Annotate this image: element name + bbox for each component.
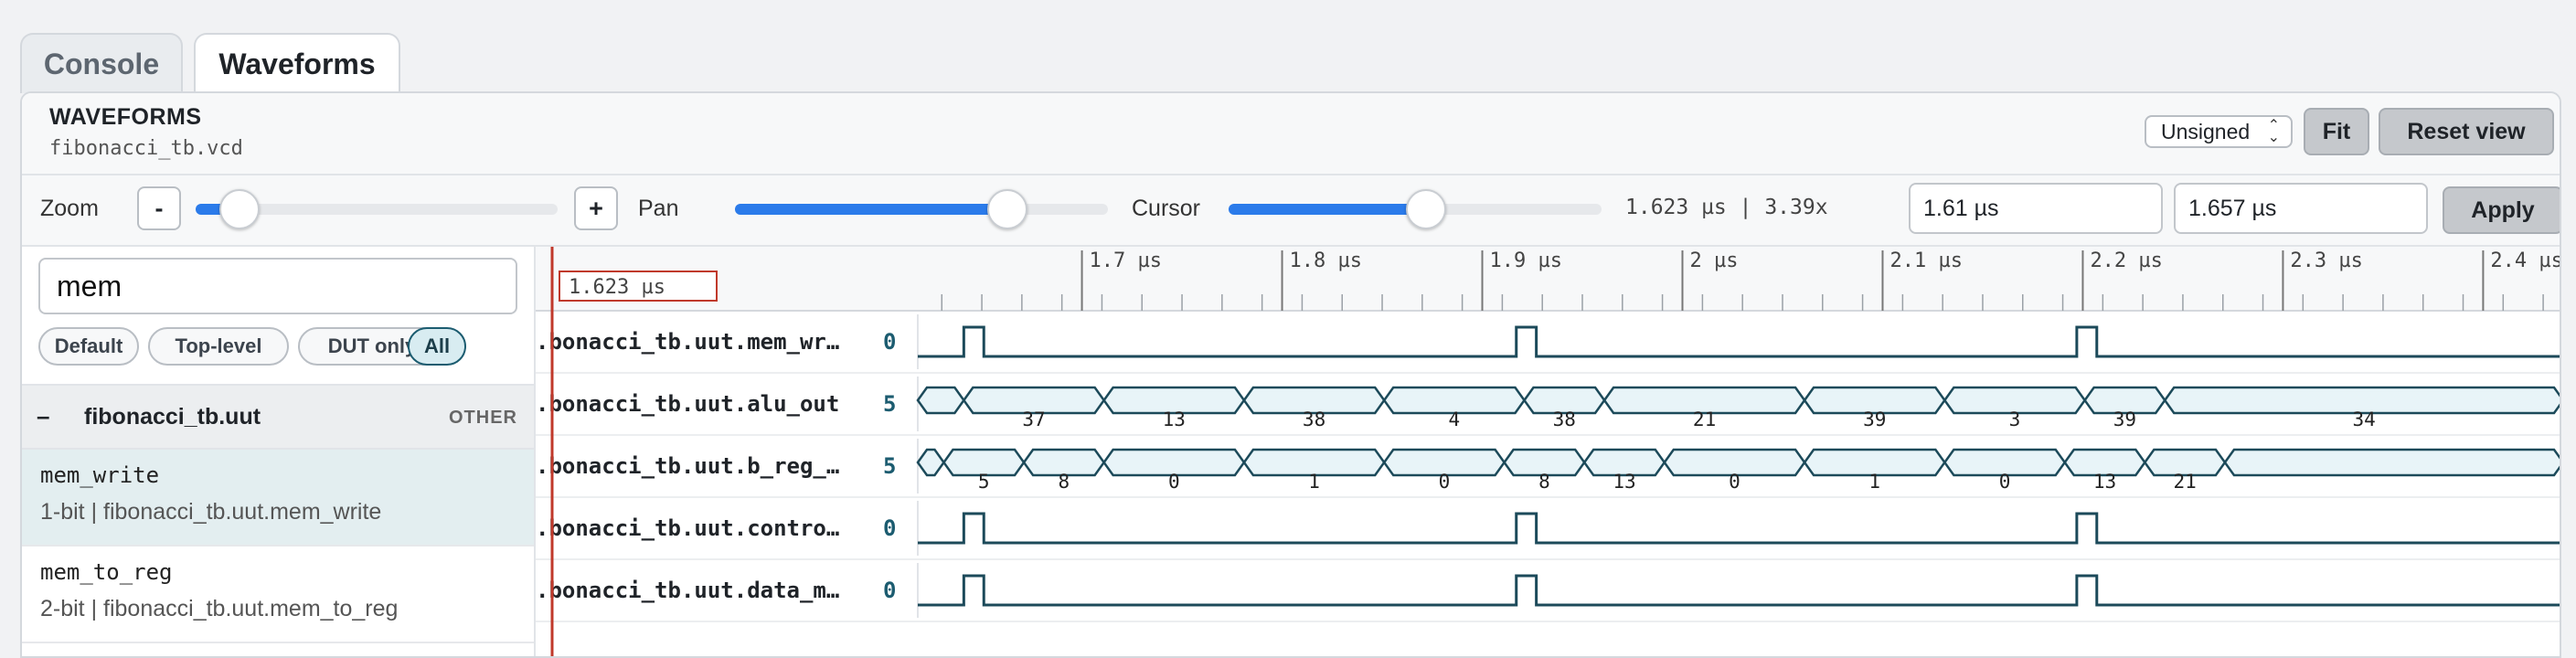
bus-value-label: 13 <box>1613 471 1635 493</box>
bus-value-label: 0 <box>1168 471 1180 493</box>
reset-view-button[interactable]: Reset view <box>2379 108 2554 155</box>
bus-value-label: 0 <box>1999 471 2011 493</box>
bus-value-label: 0 <box>1439 471 1451 493</box>
updown-chevron-icon: ⌃ ⌄ <box>2267 118 2280 145</box>
zoom-in-button[interactable]: + <box>574 186 618 230</box>
fit-button[interactable]: Fit <box>2304 108 2369 155</box>
view-controls: Zoom - + Pan Cursor 1.623 µs | 3.39x 1.6… <box>22 175 2560 247</box>
signal-name: mem_write <box>40 462 160 488</box>
tick-label: 2.4 µs <box>2490 249 2561 272</box>
bus-value-label: 37 <box>1022 409 1045 430</box>
bus-value-label: 34 <box>2352 409 2375 430</box>
pan-slider-fill <box>735 204 1007 215</box>
bus-value-label: 38 <box>1303 409 1325 430</box>
waveform-signal-value: 5 <box>883 391 896 417</box>
cursor-slider-thumb[interactable] <box>1406 189 1447 229</box>
waveform-signal-value: 5 <box>883 453 896 479</box>
zoom-slider[interactable] <box>196 189 558 229</box>
radix-select[interactable]: Unsigned ⌃ ⌄ <box>2145 115 2293 148</box>
scope-group-row[interactable]: – fibonacci_tb.uut OTHER <box>22 384 534 450</box>
signal-search-input[interactable]: mem <box>38 258 517 314</box>
signal-desc: 1-bit | fibonacci_tb.uut.mem_write <box>40 499 382 525</box>
waveform-viewer[interactable]: 1.7 µs 1.8 µs 1.9 µs 2 µs 2.1 µs 2.2 µs 2.3 µs… <box>536 247 2561 658</box>
bus-value-label: 1 <box>1868 471 1880 493</box>
tab-console[interactable]: Console <box>20 33 183 93</box>
bus-value-label: 21 <box>2173 471 2196 493</box>
tick-label: 2.1 µs <box>1889 249 1962 272</box>
signal-list-item[interactable]: mem_write 1-bit | fibonacci_tb.uut.mem_w… <box>22 450 534 547</box>
signal-name: mem_to_reg <box>40 559 173 585</box>
waveform-signal-value: 0 <box>883 329 896 355</box>
tick-label: 2.2 µs <box>2090 249 2162 272</box>
filter-all[interactable]: All <box>408 327 466 366</box>
cursor-slider[interactable] <box>1229 189 1602 229</box>
bus-value-label: 8 <box>1538 471 1550 493</box>
waveform-signal-name: .bonacci_tb.uut.data_m… <box>536 578 839 603</box>
waveform-signal-name: .bonacci_tb.uut.alu_out <box>536 391 839 417</box>
panel-header: WAVEFORMS fibonacci_tb.vcd Unsigned ⌃ ⌄ F… <box>22 93 2560 175</box>
waveform-canvas[interactable]: 1.7 µs 1.8 µs 1.9 µs 2 µs 2.1 µs 2.2 µs 2.3 µs… <box>536 247 2561 658</box>
bus-value-label: 4 <box>1449 409 1461 430</box>
bus-value-label: 38 <box>1553 409 1576 430</box>
signal-list-item[interactable]: mem_to_reg 2-bit | fibonacci_tb.uut.mem_… <box>22 547 534 643</box>
apply-button[interactable]: Apply <box>2443 186 2560 234</box>
range-start-input[interactable]: 1.61 µs <box>1909 183 2163 234</box>
waveform-signal-name: .bonacci_tb.uut.mem_wr… <box>536 329 839 355</box>
cursor-label: Cursor <box>1132 196 1201 221</box>
waveform-signal-name: .bonacci_tb.uut.b_reg_… <box>536 453 839 479</box>
bus-segment <box>916 386 965 415</box>
scope-name: fibonacci_tb.uut <box>84 404 261 430</box>
bit-trace <box>918 512 2560 545</box>
pan-slider-thumb[interactable] <box>986 189 1027 229</box>
tick-label: 1.7 µs <box>1090 249 1162 272</box>
bus-value-label: 13 <box>2093 471 2116 493</box>
tab-waveforms[interactable]: Waveforms <box>194 33 400 93</box>
vcd-filename: fibonacci_tb.vcd <box>49 137 243 160</box>
bus-value-label: 39 <box>2113 409 2136 430</box>
scope-tag: OTHER <box>449 408 517 428</box>
bus-value-label: 1 <box>1308 471 1320 493</box>
panel-title: WAVEFORMS <box>49 104 202 130</box>
waveforms-panel: WAVEFORMS fibonacci_tb.vcd Unsigned ⌃ ⌄ F… <box>20 91 2561 658</box>
bit-trace <box>918 574 2560 607</box>
cursor-time-label: 1.623 µs <box>569 276 665 299</box>
bus-segment <box>916 448 946 477</box>
waveform-signal-name: .bonacci_tb.uut.contro… <box>536 515 839 541</box>
tick-label: 2 µs <box>1689 249 1738 272</box>
zoom-slider-thumb[interactable] <box>218 189 260 229</box>
collapse-toggle[interactable]: – <box>37 402 49 430</box>
bus-value-label: 8 <box>1059 471 1070 493</box>
signal-desc: 2-bit | fibonacci_tb.uut.mem_to_reg <box>40 596 399 621</box>
bus-value-label: 3 <box>2009 409 2021 430</box>
bus-value-label: 0 <box>1729 471 1740 493</box>
bit-trace <box>918 325 2560 358</box>
tick-label: 1.8 µs <box>1290 249 1362 272</box>
bus-segment <box>2223 448 2560 477</box>
cursor-readout: 1.623 µs | 3.39x <box>1625 196 1828 219</box>
zoom-label: Zoom <box>40 196 99 221</box>
bus-value-label: 5 <box>978 471 990 493</box>
cursor-slider-fill <box>1229 204 1427 215</box>
tick-label: 2.3 µs <box>2290 249 2362 272</box>
range-end-input[interactable]: 1.657 µs <box>2174 183 2428 234</box>
waveform-signal-value: 0 <box>883 515 896 541</box>
bus-value-label: 21 <box>1693 409 1716 430</box>
signal-browser: mem Default Top-level DUT only All – fib… <box>22 247 536 656</box>
radix-value: Unsigned <box>2161 119 2251 143</box>
pan-slider[interactable] <box>735 189 1108 229</box>
pan-label: Pan <box>638 196 679 221</box>
filter-default[interactable]: Default <box>38 327 139 366</box>
waveform-signal-value: 0 <box>883 578 896 603</box>
bus-value-label: 39 <box>1863 409 1886 430</box>
filter-top-level[interactable]: Top-level <box>148 327 289 366</box>
tick-label: 1.9 µs <box>1490 249 1562 272</box>
zoom-out-button[interactable]: - <box>137 186 181 230</box>
bus-value-label: 13 <box>1163 409 1186 430</box>
